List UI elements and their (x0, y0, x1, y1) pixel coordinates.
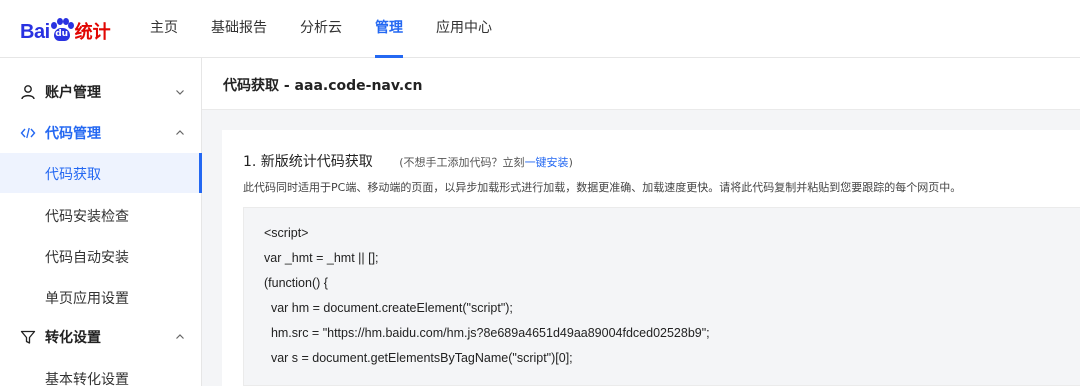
code-snippet-box[interactable]: <script> var _hmt = _hmt || []; (functio… (243, 207, 1080, 386)
sidebar-item-code-get[interactable]: 代码获取 (0, 153, 202, 193)
top-navbar: Bai du 统计 主页 基础报告 分析云 管理 应用中心 (0, 0, 1080, 58)
code-line: var hm = document.createElement("script"… (264, 301, 513, 315)
filter-icon (20, 329, 36, 345)
code-line: var _hmt = _hmt || []; (264, 251, 379, 265)
sidebar-group-label: 账户管理 (45, 85, 101, 101)
logo-text-bai: Bai (20, 21, 50, 43)
sidebar-item-spa-settings[interactable]: 单页应用设置 (0, 277, 202, 317)
section-title: 1. 新版统计代码获取 (243, 154, 373, 170)
sidebar-group-account[interactable]: 账户管理 (0, 72, 202, 112)
section-description: 此代码同时适用于PC端、移动端的页面，以异步加载形式进行加载，数据更准确、加载速… (243, 181, 962, 194)
code-line: var s = document.getElementsByTagName("s… (264, 351, 573, 365)
code-icon (20, 125, 36, 141)
code-line: (function() { (264, 276, 328, 290)
sidebar-item-label: 单页应用设置 (45, 291, 129, 307)
baidu-paw-icon: du (50, 18, 74, 44)
code-line: hm.src = "https://hm.baidu.com/hm.js?8e6… (264, 326, 710, 340)
logo-text-tongji: 统计 (74, 22, 111, 43)
install-hint-suffix: ) (568, 156, 573, 169)
nav-item-management[interactable]: 管理 (375, 0, 403, 58)
baidu-tongji-logo[interactable]: Bai du 统计 (20, 14, 111, 44)
sidebar-item-code-install-check[interactable]: 代码安装检查 (0, 195, 202, 235)
section-title-row: 1. 新版统计代码获取 (不想手工添加代码？立刻一键安装) (243, 151, 573, 171)
install-hint: (不想手工添加代码？立刻一键安装) (399, 156, 573, 169)
sidebar-group-code[interactable]: 代码管理 (0, 113, 202, 153)
chevron-up-icon (176, 334, 184, 339)
code-line: <script> (264, 226, 309, 240)
nav-item-home[interactable]: 主页 (150, 0, 178, 58)
content-header: 代码获取 - aaa.code-nav.cn (202, 58, 1080, 110)
install-hint-prefix: (不想手工添加代码？立刻 (399, 156, 525, 169)
sidebar: 账户管理 代码管理 代码获取 代码安装检查 代码自动安装 单页应用设置 转化设置… (0, 58, 202, 386)
chevron-down-icon (176, 90, 184, 95)
sidebar-group-conversion[interactable]: 转化设置 (0, 317, 202, 357)
logo-text-du: du (53, 28, 70, 41)
sidebar-group-label: 转化设置 (45, 330, 101, 346)
sidebar-item-code-auto-install[interactable]: 代码自动安装 (0, 236, 202, 276)
sidebar-item-label: 代码安装检查 (45, 209, 129, 225)
nav-item-analytics-cloud[interactable]: 分析云 (300, 0, 342, 58)
page-title: 代码获取 - aaa.code-nav.cn (223, 78, 423, 94)
one-click-install-link[interactable]: 一键安装 (525, 156, 569, 169)
main-nav: 主页 基础报告 分析云 管理 应用中心 (150, 0, 525, 58)
nav-item-app-center[interactable]: 应用中心 (436, 0, 492, 58)
chevron-up-icon (176, 130, 184, 135)
nav-item-basic-reports[interactable]: 基础报告 (211, 0, 267, 58)
sidebar-item-basic-conversion[interactable]: 基本转化设置 (0, 358, 202, 386)
sidebar-item-label: 代码自动安装 (45, 250, 129, 266)
sidebar-item-label: 基本转化设置 (45, 372, 129, 386)
code-card: 1. 新版统计代码获取 (不想手工添加代码？立刻一键安装) 此代码同时适用于PC… (222, 130, 1080, 386)
sidebar-item-label: 代码获取 (45, 167, 101, 183)
user-icon (20, 84, 36, 100)
sidebar-group-label: 代码管理 (45, 126, 101, 142)
